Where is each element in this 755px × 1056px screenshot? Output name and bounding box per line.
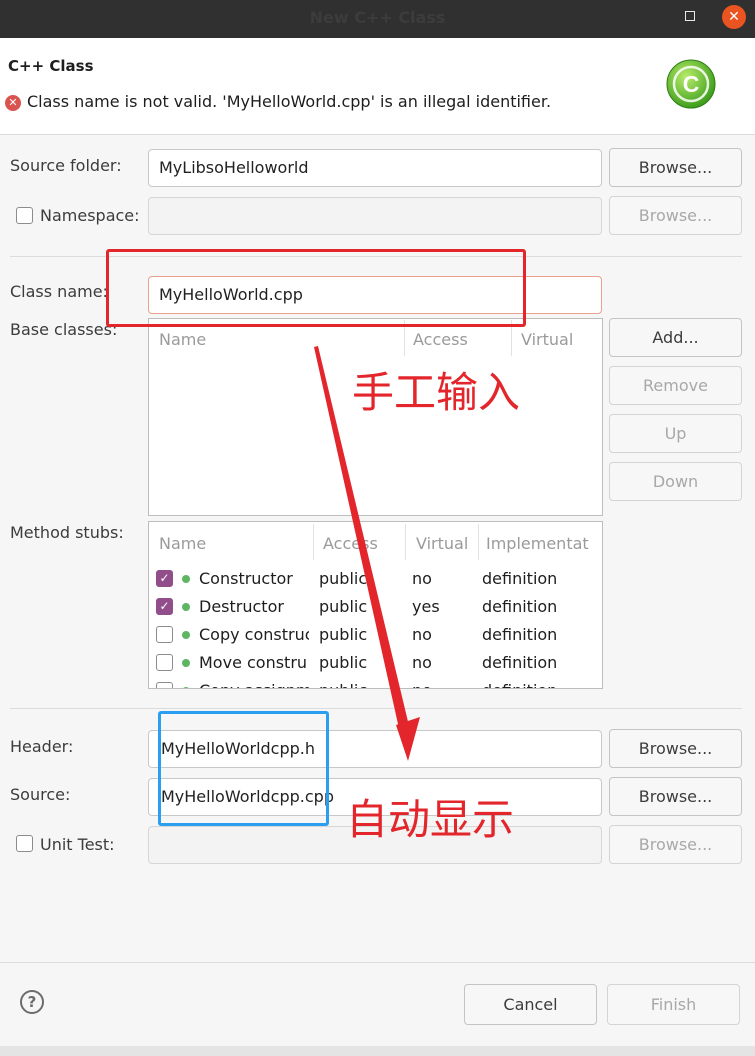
stub-name: Constructor xyxy=(199,569,293,588)
page-title: C++ Class xyxy=(8,57,94,75)
logo-letter: C xyxy=(683,71,700,97)
class-name-label: Class name: xyxy=(10,282,108,301)
maximize-icon[interactable] xyxy=(685,11,695,21)
header-file-label: Header: xyxy=(10,737,74,756)
stub-col-implementation: Implementat xyxy=(486,534,589,553)
move-down-button[interactable]: Down xyxy=(609,462,742,501)
stub-name: Destructor xyxy=(199,597,284,616)
manual-input-annotation: 手工输入 xyxy=(352,368,521,417)
row-checkbox[interactable]: ✓ xyxy=(156,598,173,615)
stub-implementation: definition xyxy=(482,597,558,616)
source-folder-input[interactable]: MyLibsoHelloworld xyxy=(148,149,602,187)
cancel-button[interactable]: Cancel xyxy=(464,984,597,1025)
base-col-virtual: Virtual xyxy=(521,330,574,349)
unit-test-checkbox[interactable] xyxy=(16,835,33,852)
separator xyxy=(0,962,755,963)
namespace-checkbox[interactable] xyxy=(16,207,33,224)
add-base-class-button[interactable]: Add... xyxy=(609,318,742,357)
column-divider xyxy=(478,524,479,560)
unit-test-label: Unit Test: xyxy=(40,835,115,854)
public-method-icon xyxy=(182,575,190,583)
help-icon[interactable]: ? xyxy=(20,990,44,1014)
source-folder-label: Source folder: xyxy=(10,156,122,175)
stub-col-name: Name xyxy=(159,534,207,553)
namespace-label: Namespace: xyxy=(40,206,140,225)
public-method-icon xyxy=(182,659,190,667)
finish-button[interactable]: Finish xyxy=(607,984,740,1025)
base-col-name: Name xyxy=(159,330,207,349)
row-checkbox[interactable] xyxy=(156,682,173,688)
row-checkbox[interactable] xyxy=(156,626,173,643)
close-icon[interactable]: ✕ xyxy=(722,5,746,29)
stub-name: Move constru xyxy=(199,653,308,672)
auto-display-annotation: 自动显示 xyxy=(346,795,515,844)
manual-input-highlight xyxy=(106,249,526,327)
error-icon: ✕ xyxy=(5,95,21,111)
stub-implementation: definition xyxy=(482,681,557,688)
method-stubs-label: Method stubs: xyxy=(10,523,124,542)
namespace-input[interactable] xyxy=(148,197,602,235)
cpp-class-logo-icon: C xyxy=(666,59,716,109)
row-checkbox[interactable] xyxy=(156,654,173,671)
unit-test-browse-button[interactable]: Browse... xyxy=(609,825,742,864)
namespace-browse-button[interactable]: Browse... xyxy=(609,196,742,235)
header-browse-button[interactable]: Browse... xyxy=(609,729,742,768)
remove-base-class-button[interactable]: Remove xyxy=(609,366,742,405)
stub-name: Copy assignm xyxy=(199,681,309,688)
source-browse-button[interactable]: Browse... xyxy=(609,777,742,816)
move-up-button[interactable]: Up xyxy=(609,414,742,453)
public-method-icon xyxy=(182,687,190,688)
public-method-icon xyxy=(182,631,190,639)
stub-implementation: definition xyxy=(482,653,558,672)
source-folder-browse-button[interactable]: Browse... xyxy=(609,148,742,187)
row-checkbox[interactable]: ✓ xyxy=(156,570,173,587)
stub-implementation: definition xyxy=(482,569,558,588)
stub-implementation: definition xyxy=(482,625,558,644)
error-message: Class name is not valid. 'MyHelloWorld.c… xyxy=(27,92,552,111)
window-title: New C++ Class xyxy=(309,8,446,27)
base-classes-label: Base classes: xyxy=(10,320,118,339)
wizard-header xyxy=(0,38,755,135)
source-file-label: Source: xyxy=(10,785,71,804)
window-bottom-edge xyxy=(0,1046,755,1056)
stub-name: Copy construc xyxy=(199,625,309,644)
public-method-icon xyxy=(182,603,190,611)
